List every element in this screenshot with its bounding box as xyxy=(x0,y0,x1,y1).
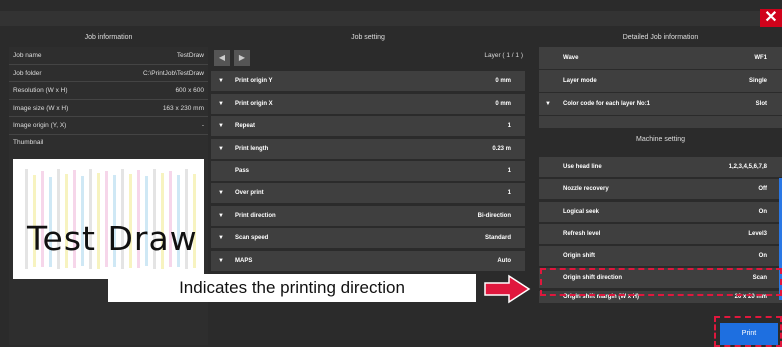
chevron-down-icon: ▼ xyxy=(545,101,551,107)
setting-label: Pass xyxy=(235,167,250,174)
arrow-right-icon xyxy=(484,274,531,304)
machine-value: On xyxy=(758,208,767,215)
detailed-info-panel: Wave WF1 Layer mode Single ▼ Color code for… xyxy=(539,47,782,306)
setting-value: 0 mm xyxy=(495,78,511,85)
machine-label: Use head line xyxy=(563,164,602,170)
highlight-print-button xyxy=(714,316,782,347)
info-label: Resolution (W x H) xyxy=(13,87,68,94)
setting-value: 0 mm xyxy=(495,100,511,107)
machine-value: On xyxy=(758,253,767,260)
chevron-down-icon: ▼ xyxy=(218,145,224,152)
info-label: Job name xyxy=(13,52,42,59)
info-label: Image origin (Y, X) xyxy=(13,122,67,129)
setting-value: 1 xyxy=(507,167,511,174)
setting-value: 0.23 m xyxy=(492,145,511,152)
info-row-job-folder: Job folder C:\PrintJob\TestDraw xyxy=(9,65,208,82)
setting-row-over-print[interactable]: ▼ Over print 1 xyxy=(211,183,525,204)
detail-value: Single xyxy=(748,78,767,84)
setting-label: Scan speed xyxy=(235,235,269,242)
layer-nav: ◀ ▶ Layer ( 1 / 1 ) xyxy=(211,47,525,69)
setting-value: 1 xyxy=(507,123,511,130)
setting-row-print-direction[interactable]: ▼ Print direction Bi-direction xyxy=(211,205,525,226)
info-row-resolution: Resolution (W x H) 600 x 600 xyxy=(9,82,208,100)
setting-label: Print origin Y xyxy=(235,78,273,85)
setting-value: Auto xyxy=(497,257,511,264)
machine-row-origin-shift: Origin shift On xyxy=(539,246,782,267)
job-setting-header: Job setting xyxy=(351,34,385,41)
machine-label: Origin shift xyxy=(563,253,595,260)
setting-label: Print direction xyxy=(235,212,276,219)
setting-row-pass: Pass 1 xyxy=(211,160,525,181)
detail-spacer xyxy=(539,116,782,128)
detail-row-wave: Wave WF1 xyxy=(539,47,782,69)
setting-row-print-length[interactable]: ▼ Print length 0.23 m xyxy=(211,138,525,159)
setting-row-maps[interactable]: ▼ MAPS Auto xyxy=(211,250,525,271)
info-value: TestDraw xyxy=(176,52,204,59)
setting-label: MAPS xyxy=(235,257,253,264)
detail-row-color-code[interactable]: ▼ Color code for each layer No:1 Slot xyxy=(539,93,782,115)
thumbnail-text: Test Draw xyxy=(27,219,198,258)
chevron-down-icon: ▼ xyxy=(218,123,224,130)
highlight-origin-shift-direction xyxy=(540,268,782,296)
title-bar: ✕ xyxy=(0,0,782,27)
info-value: C:\PrintJob\TestDraw xyxy=(142,69,204,77)
machine-row-nozzle-recovery: Nozzle recovery Off xyxy=(539,179,782,200)
chevron-down-icon: ▼ xyxy=(218,190,224,197)
setting-row-print-origin-x[interactable]: ▼ Print origin X 0 mm xyxy=(211,93,525,114)
setting-value: 1 xyxy=(507,190,511,197)
machine-label: Nozzle recovery xyxy=(563,186,609,193)
machine-value: 1,2,3,4,5,6,7,8 xyxy=(728,164,767,170)
title-strip xyxy=(0,11,782,26)
info-row-image-size: Image size (W x H) 163 x 230 mm xyxy=(9,100,208,117)
info-value: - xyxy=(201,122,204,129)
setting-label: Print origin X xyxy=(235,100,273,107)
chevron-down-icon: ▼ xyxy=(218,78,224,85)
detail-label: Wave xyxy=(563,55,579,61)
setting-label: Repeat xyxy=(235,123,256,130)
thumbnail-image: Test Draw xyxy=(13,159,204,279)
machine-value: Level3 xyxy=(748,230,767,237)
info-label: Job folder xyxy=(13,69,42,77)
setting-label: Print length xyxy=(235,145,269,152)
detailed-info-header: Detailed Job information xyxy=(622,34,699,41)
chevron-down-icon: ▼ xyxy=(218,257,224,264)
detail-label: Layer mode xyxy=(563,78,597,84)
detail-value: Slot xyxy=(755,101,767,107)
machine-row-refresh-level: Refresh level Level3 xyxy=(539,223,782,244)
setting-row-print-origin-y[interactable]: ▼ Print origin Y 0 mm xyxy=(211,71,525,92)
info-row-job-name: Job name TestDraw xyxy=(9,47,208,65)
next-layer-button[interactable]: ▶ xyxy=(234,50,250,66)
detail-value: WF1 xyxy=(754,55,767,61)
setting-row-scan-speed[interactable]: ▼ Scan speed Standard xyxy=(211,228,525,249)
info-value: 600 x 600 xyxy=(175,87,204,94)
setting-value: Bi-direction xyxy=(477,212,511,219)
setting-label: Over print xyxy=(235,190,264,197)
chevron-down-icon: ▼ xyxy=(218,212,224,219)
machine-label: Refresh level xyxy=(563,230,601,237)
prev-layer-button[interactable]: ◀ xyxy=(214,50,230,66)
layer-indicator: Layer ( 1 / 1 ) xyxy=(484,52,523,59)
info-label: Image size (W x H) xyxy=(13,104,69,112)
machine-value: Off xyxy=(758,186,767,193)
thumbnail-label: Thumbnail xyxy=(13,138,44,146)
machine-setting-header: Machine setting xyxy=(635,136,686,143)
machine-row-use-head-line: Use head line 1,2,3,4,5,6,7,8 xyxy=(539,157,782,177)
machine-label: Logical seek xyxy=(563,208,600,215)
info-value: 163 x 230 mm xyxy=(162,104,204,112)
job-info-header: Job information xyxy=(84,34,133,41)
chevron-down-icon: ▼ xyxy=(218,235,224,242)
callout-label: Indicates the printing direction xyxy=(108,274,476,302)
detail-label: Color code for each layer No:1 xyxy=(563,101,651,107)
info-row-image-origin: Image origin (Y, X) - xyxy=(9,117,208,135)
machine-row-logical-seek: Logical seek On xyxy=(539,201,782,222)
setting-row-repeat[interactable]: ▼ Repeat 1 xyxy=(211,116,525,137)
setting-value: Standard xyxy=(484,235,511,242)
chevron-down-icon: ▼ xyxy=(218,100,224,107)
close-button[interactable]: ✕ xyxy=(760,9,782,27)
detail-row-layer-mode: Layer mode Single xyxy=(539,70,782,92)
